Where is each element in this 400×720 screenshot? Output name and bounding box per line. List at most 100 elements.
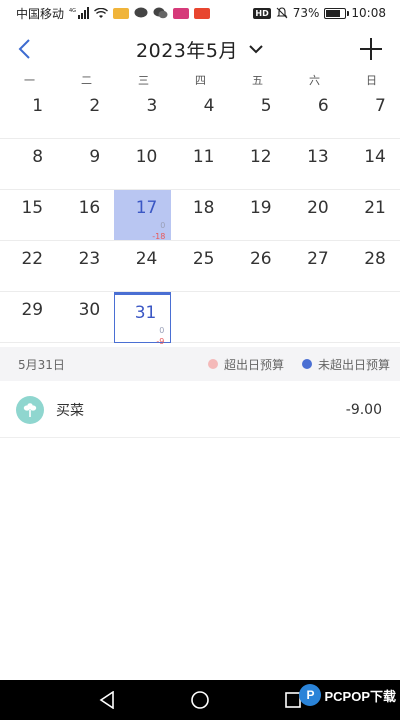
day-number: 28 bbox=[364, 249, 386, 269]
day-number: 16 bbox=[78, 198, 101, 218]
calendar-day-cell[interactable]: 21 bbox=[342, 190, 400, 241]
calendar-grid: 1 2 3 4 5 6 7 8 9 10 11 12 13 14 15 16 17 0 -18 18 19 20 21 22 2… bbox=[0, 88, 400, 346]
day-number: 6 bbox=[317, 96, 329, 116]
day-number: 15 bbox=[21, 198, 44, 218]
calendar-day-cell[interactable]: 22 bbox=[0, 241, 58, 292]
legend-under-budget: 未超出日预算 bbox=[301, 356, 390, 373]
watermark-text: PCPOP下载 bbox=[324, 688, 396, 704]
calendar-day-cell[interactable]: 1 bbox=[0, 88, 58, 139]
nav-back-button[interactable] bbox=[92, 685, 122, 715]
calendar-day-cell[interactable]: 13 bbox=[285, 139, 343, 190]
day-number: 9 bbox=[89, 147, 101, 167]
calendar-day-cell[interactable]: 6 bbox=[285, 88, 343, 139]
day-budget: 0 bbox=[160, 221, 166, 230]
day-number: 2 bbox=[89, 96, 101, 116]
network-type: 4G bbox=[69, 8, 76, 14]
empty-calendar-cell bbox=[171, 292, 229, 343]
day-number: 29 bbox=[21, 300, 44, 320]
day-number: 24 bbox=[135, 249, 158, 269]
day-number: 25 bbox=[192, 249, 215, 269]
day-number: 14 bbox=[364, 147, 386, 167]
calendar-day-cell[interactable]: 25 bbox=[171, 241, 229, 292]
calendar-day-cell[interactable]: 8 bbox=[0, 139, 58, 190]
battery-percent: 73% bbox=[292, 6, 320, 20]
chevron-down-icon[interactable] bbox=[248, 42, 264, 58]
legend-over-label: 超出日预算 bbox=[223, 357, 284, 372]
calendar-day-cell[interactable]: 12 bbox=[228, 139, 286, 190]
day-number: 20 bbox=[307, 198, 329, 218]
day-number: 3 bbox=[146, 96, 158, 116]
calendar-day-cell[interactable]: 3 bbox=[114, 88, 172, 139]
calendar-day-cell[interactable]: 15 bbox=[0, 190, 58, 241]
day-number: 22 bbox=[21, 249, 44, 269]
calendar-day-cell[interactable]: 27 bbox=[285, 241, 343, 292]
day-number: 4 bbox=[203, 96, 215, 116]
day-number: 5 bbox=[260, 96, 272, 116]
day-number: 30 bbox=[78, 300, 101, 320]
calendar-day-cell[interactable]: 14 bbox=[342, 139, 400, 190]
status-left: 中国移动 4G bbox=[16, 5, 211, 22]
day-number: 26 bbox=[249, 249, 272, 269]
day-number: 18 bbox=[192, 198, 215, 218]
calendar-day-cell[interactable]: 30 bbox=[57, 292, 115, 343]
calendar-day-cell[interactable]: 2 bbox=[57, 88, 115, 139]
day-spent-amount: -9 bbox=[156, 337, 165, 346]
watermark: P PCPOP下载 bbox=[299, 684, 396, 706]
day-number: 8 bbox=[32, 147, 44, 167]
day-number: 12 bbox=[249, 147, 272, 167]
clock-time: 10:08 bbox=[351, 6, 386, 20]
day-number: 27 bbox=[307, 249, 329, 269]
calendar-day-cell[interactable]: 9 bbox=[57, 139, 115, 190]
calendar-day-cell[interactable]: 16 bbox=[57, 190, 115, 241]
empty-calendar-cell bbox=[285, 292, 343, 343]
wechat-icon bbox=[153, 7, 168, 19]
status-right: HD 73% 10:08 bbox=[253, 6, 386, 20]
nav-home-button[interactable] bbox=[185, 685, 215, 715]
calendar-day-cell[interactable]: 18 bbox=[171, 190, 229, 241]
day-number: 17 bbox=[135, 198, 158, 218]
day-number: 7 bbox=[375, 96, 386, 116]
selected-date-label: 5月31日 bbox=[18, 357, 65, 372]
signal-icon: 4G bbox=[69, 7, 90, 19]
calendar-day-cell[interactable]: 26 bbox=[228, 241, 286, 292]
over-budget-dot-icon bbox=[207, 359, 218, 369]
add-record-button[interactable] bbox=[356, 34, 386, 64]
calendar-day-cell[interactable]: 24 bbox=[114, 241, 172, 292]
circle-home-icon bbox=[191, 691, 209, 709]
calendar-day-cell[interactable]: 7 bbox=[342, 88, 400, 139]
mute-bell-icon bbox=[276, 7, 288, 19]
plus-icon bbox=[360, 38, 382, 60]
calendar-day-cell[interactable]: 4 bbox=[171, 88, 229, 139]
day-number: 19 bbox=[249, 198, 272, 218]
calendar-day-cell[interactable]: 19 bbox=[228, 190, 286, 241]
day-number: 31 bbox=[134, 303, 157, 323]
news-app-icon bbox=[194, 7, 211, 19]
calendar-day-cell[interactable]: 20 bbox=[285, 190, 343, 241]
empty-calendar-cell bbox=[228, 292, 286, 343]
month-picker[interactable]: 2023年5月 bbox=[0, 36, 400, 63]
calendar-day-cell[interactable]: 31 0 -9 bbox=[114, 292, 172, 346]
under-budget-dot-icon bbox=[301, 359, 312, 369]
wifi-icon bbox=[94, 7, 108, 19]
calendar-day-cell[interactable]: 17 0 -18 bbox=[114, 190, 172, 241]
hd-icon: HD bbox=[253, 7, 271, 19]
calendar-day-cell[interactable]: 5 bbox=[228, 88, 286, 139]
calendar-day-cell[interactable]: 23 bbox=[57, 241, 115, 292]
carrier-name: 中国移动 bbox=[16, 6, 65, 21]
budget-legend: 超出日预算 未超出日预算 bbox=[207, 356, 390, 373]
record-row[interactable]: 买菜 -9.00 bbox=[0, 382, 400, 438]
calendar-day-cell[interactable]: 11 bbox=[171, 139, 229, 190]
triangle-back-icon bbox=[99, 691, 114, 709]
notification-app-icon bbox=[113, 7, 130, 19]
calendar-day-cell[interactable]: 28 bbox=[342, 241, 400, 292]
calendar-day-cell[interactable]: 29 bbox=[0, 292, 58, 343]
day-spent-amount: -18 bbox=[152, 232, 166, 241]
day-summary-bar: 5月31日 超出日预算 未超出日预算 bbox=[0, 347, 400, 381]
calendar-day-cell[interactable]: 10 bbox=[114, 139, 172, 190]
day-number: 11 bbox=[192, 147, 215, 167]
calendar-header: 2023年5月 bbox=[0, 26, 400, 72]
page-title[interactable]: 2023年5月 bbox=[136, 36, 238, 63]
legend-under-label: 未超出日预算 bbox=[317, 357, 390, 372]
message-icon bbox=[134, 7, 148, 19]
status-bar: 中国移动 4G HD 73% 10:08 bbox=[0, 0, 400, 26]
